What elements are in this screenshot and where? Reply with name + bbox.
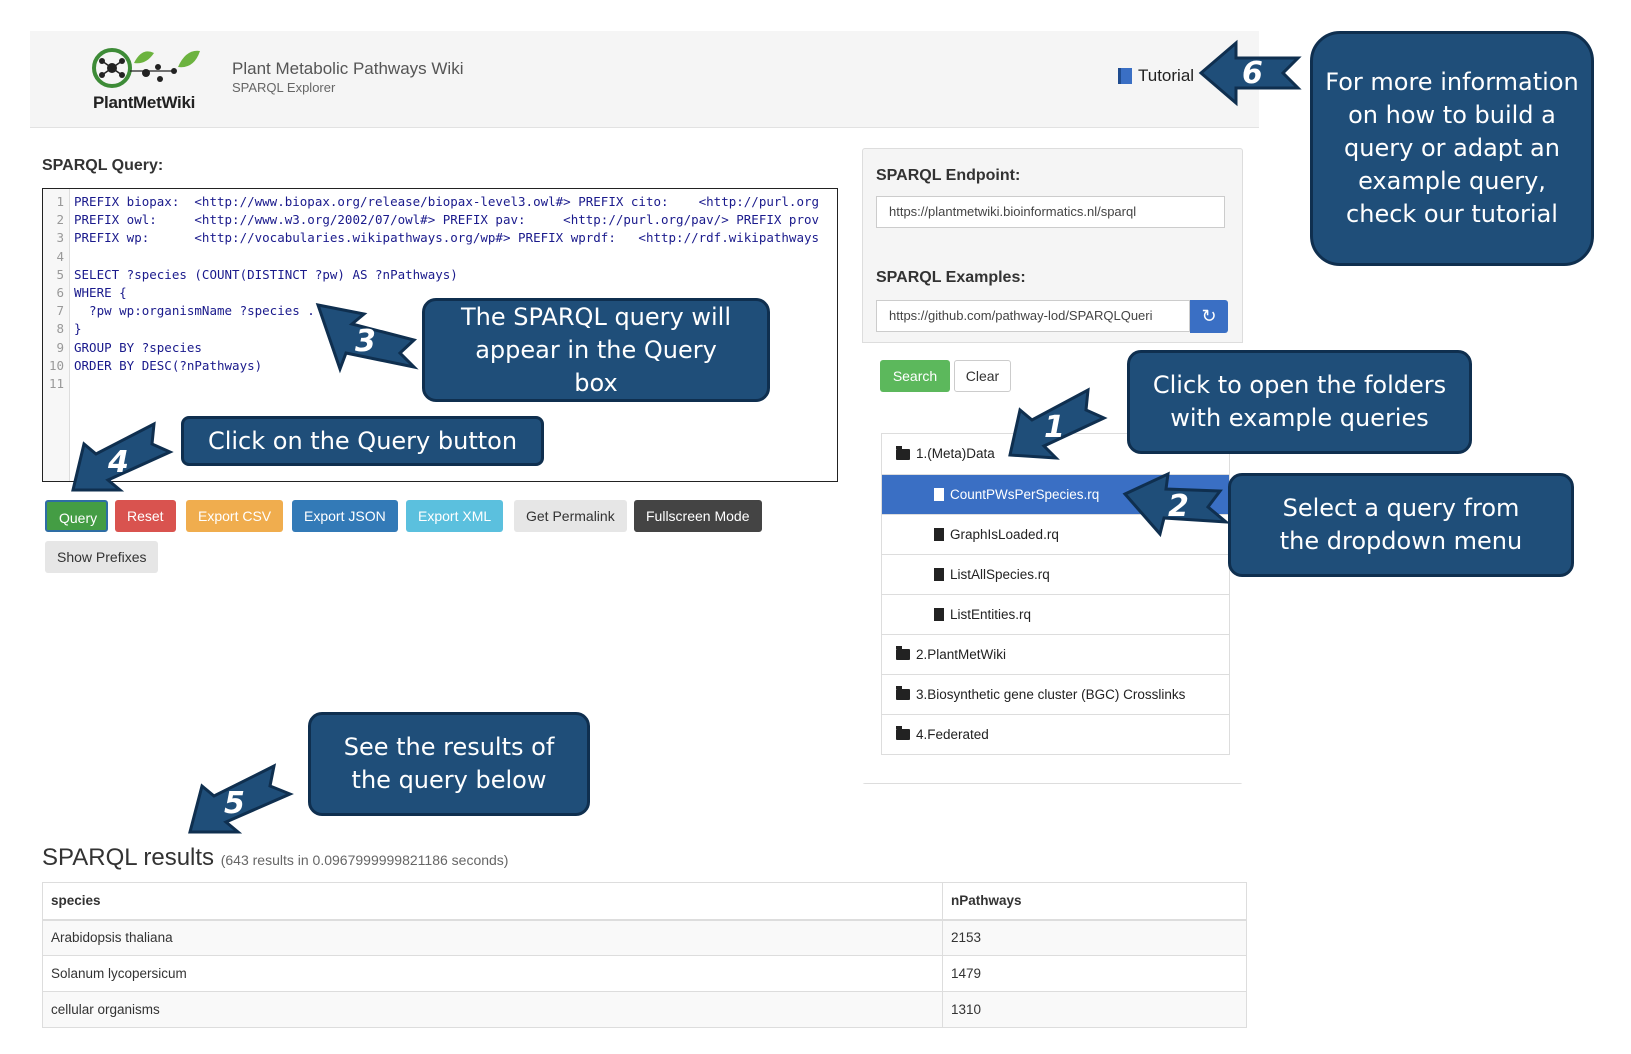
arrow-number-3: 3 — [355, 324, 376, 359]
arrow-number-2: 2 — [1168, 489, 1189, 524]
arrow-number-1: 1 — [1044, 410, 1065, 445]
arrow-number-6: 6 — [1242, 56, 1263, 91]
arrows-layer: 6 3 4 1 2 5 — [71, 39, 1302, 834]
arrow-number-4: 4 — [107, 445, 129, 480]
arrow-number-5: 5 — [224, 786, 245, 821]
